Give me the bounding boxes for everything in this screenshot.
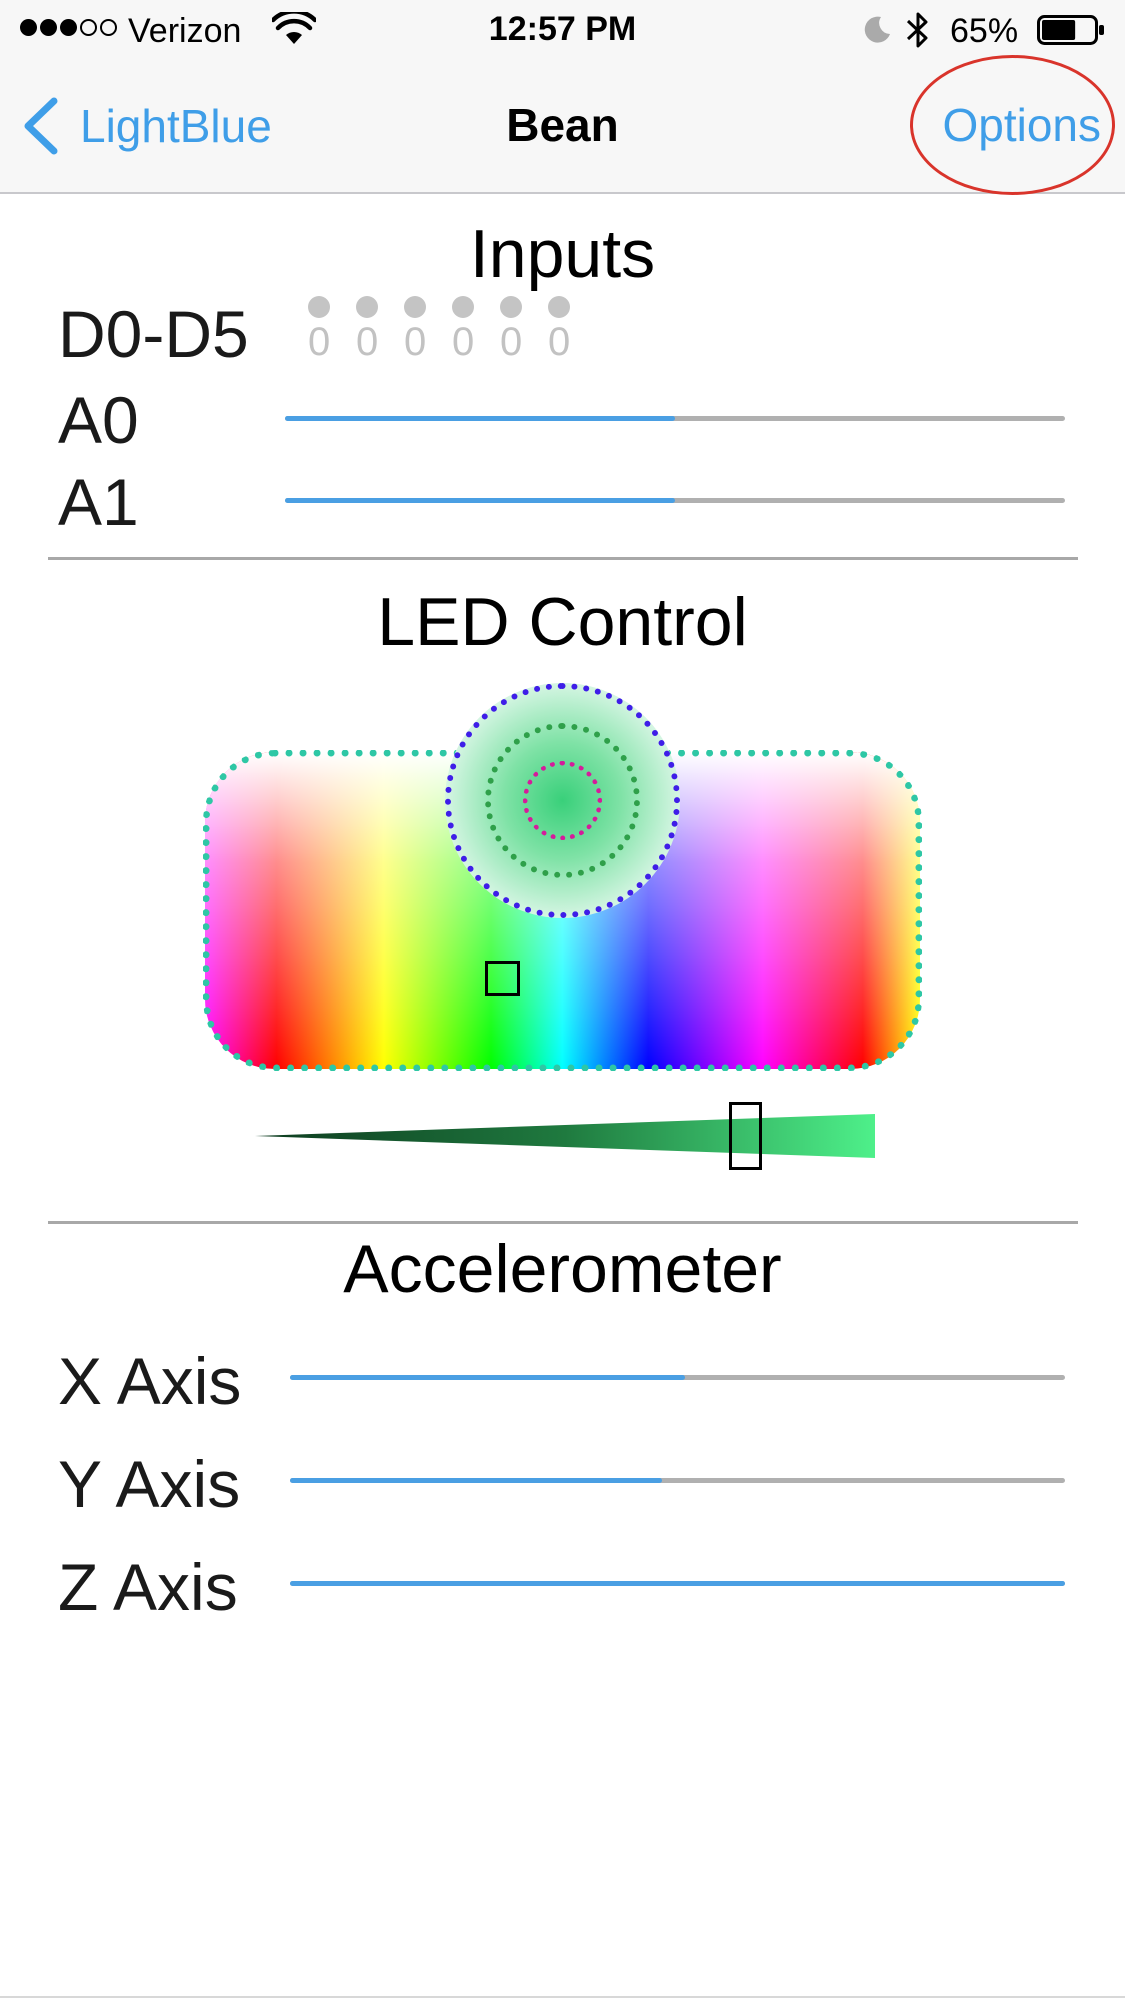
status-bar: Verizon 12:57 PM 65% <box>0 0 1125 60</box>
y-axis-bar <box>290 1478 1065 1483</box>
pin-value: 0 <box>548 320 571 364</box>
digital-pin-d1: 0 <box>356 296 378 364</box>
color-picker-handle[interactable] <box>485 961 520 996</box>
led-control-title: LED Control <box>377 584 748 660</box>
digital-pin-d5: 0 <box>548 296 570 364</box>
x-axis-bar <box>290 1375 1065 1380</box>
pin-value: 0 <box>404 320 427 364</box>
digital-pin-d4: 0 <box>500 296 522 364</box>
bar-fill <box>290 1375 686 1380</box>
digital-pin-d3: 0 <box>452 296 474 364</box>
pin-indicator-icon <box>404 296 426 318</box>
options-button[interactable]: Options <box>942 98 1101 152</box>
analog-a1-label: A1 <box>58 465 139 539</box>
analog-a0-label: A0 <box>58 383 139 457</box>
pin-value: 0 <box>452 320 475 364</box>
swatch-inner-ring <box>523 761 602 840</box>
z-axis-label: Z Axis <box>58 1550 238 1624</box>
y-axis-label: Y Axis <box>58 1447 241 1521</box>
bluetooth-icon <box>906 12 928 48</box>
pin-value: 0 <box>500 320 523 364</box>
battery-icon <box>1037 15 1104 45</box>
pin-indicator-icon <box>548 296 570 318</box>
bar-fill <box>290 1478 662 1483</box>
brightness-slider[interactable] <box>255 1112 875 1160</box>
x-axis-label: X Axis <box>58 1344 242 1418</box>
analog-a0-bar <box>285 416 1065 421</box>
pin-value: 0 <box>308 320 331 364</box>
inputs-title: Inputs <box>469 216 656 292</box>
bottom-divider <box>0 1996 1125 1998</box>
bar-fill <box>285 498 675 503</box>
pin-indicator-icon <box>500 296 522 318</box>
pin-indicator-icon <box>356 296 378 318</box>
moon-icon <box>864 16 890 43</box>
pin-indicator-icon <box>308 296 330 318</box>
section-divider <box>48 557 1078 560</box>
battery-percent: 65% <box>950 12 1019 50</box>
navigation-bar: LightBlue Bean Options <box>0 60 1125 194</box>
accelerometer-title: Accelerometer <box>343 1231 782 1307</box>
pin-indicator-icon <box>452 296 474 318</box>
z-axis-bar <box>290 1581 1065 1586</box>
digital-pin-d0: 0 <box>308 296 330 364</box>
digital-pins-label: D0-D5 <box>58 297 249 371</box>
bar-fill <box>285 416 675 421</box>
bar-fill <box>290 1581 1065 1586</box>
brightness-slider-thumb[interactable] <box>728 1102 762 1170</box>
pin-value: 0 <box>356 320 379 364</box>
analog-a1-bar <box>285 498 1065 503</box>
digital-pin-d2: 0 <box>404 296 426 364</box>
section-divider <box>48 1221 1078 1224</box>
